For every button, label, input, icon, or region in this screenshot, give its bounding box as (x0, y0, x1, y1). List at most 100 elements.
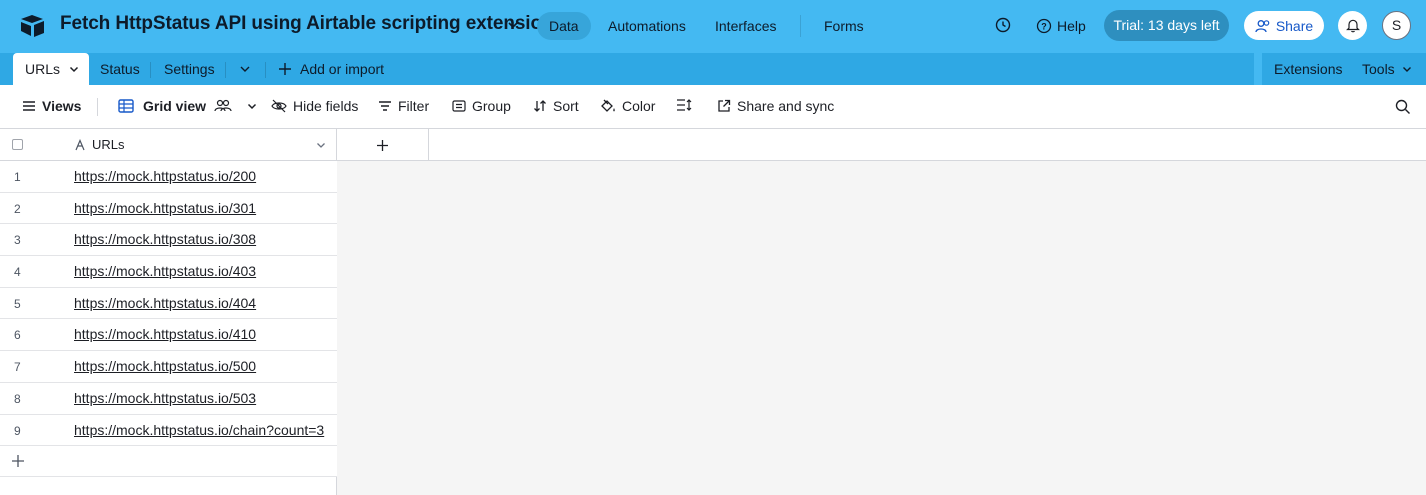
field-header-urls[interactable]: URLs (74, 137, 125, 152)
notifications-button[interactable] (1338, 11, 1367, 40)
tab-urls[interactable]: URLs (13, 53, 89, 85)
add-or-import-label: Add or import (300, 61, 385, 77)
tab-divider (150, 62, 151, 78)
nav-divider (800, 15, 801, 37)
grid-header: URLs (0, 129, 1426, 161)
top-navigation-bar: Fetch HttpStatus API using Airtable scri… (0, 0, 1426, 53)
tools-label: Tools (1362, 61, 1395, 77)
base-title[interactable]: Fetch HttpStatus API using Airtable scri… (60, 13, 554, 35)
filter-button[interactable]: Filter (378, 98, 429, 114)
table-row[interactable]: 2 https://mock.httpstatus.io/301 (0, 192, 337, 225)
sort-label: Sort (553, 98, 579, 114)
nav-automations[interactable]: Automations (596, 12, 698, 40)
chevron-down-icon[interactable] (506, 18, 520, 32)
grid-icon (118, 99, 134, 113)
grid-view: URLs 1 https://mock.httpstatus.io/200 2 ht… (0, 129, 1426, 495)
history-icon[interactable] (994, 16, 1012, 34)
row-number: 7 (14, 360, 21, 375)
row-number: 9 (14, 423, 21, 438)
nav-forms[interactable]: Forms (812, 12, 876, 40)
share-and-sync-button[interactable]: Share and sync (717, 98, 834, 114)
views-button[interactable]: Views (22, 98, 81, 114)
search-icon[interactable] (1394, 98, 1412, 116)
url-cell[interactable]: https://mock.httpstatus.io/301 (74, 200, 256, 216)
chevron-down-icon[interactable] (315, 139, 327, 151)
nav-data[interactable]: Data (537, 12, 591, 40)
color-button[interactable]: Color (600, 98, 655, 114)
table-row[interactable]: 6 https://mock.httpstatus.io/410 (0, 319, 337, 352)
group-label: Group (472, 98, 511, 114)
row-number: 5 (14, 296, 21, 311)
bell-icon (1345, 19, 1360, 33)
share-button[interactable]: Share (1244, 11, 1324, 40)
extensions-button[interactable]: Extensions (1274, 61, 1342, 77)
tab-divider (265, 62, 266, 78)
url-cell[interactable]: https://mock.httpstatus.io/308 (74, 231, 256, 247)
paint-bucket-icon (601, 99, 615, 112)
add-field-button[interactable] (337, 129, 429, 161)
toolbar-divider (97, 98, 98, 116)
table-row[interactable]: 8 https://mock.httpstatus.io/503 (0, 382, 337, 415)
url-cell[interactable]: https://mock.httpstatus.io/200 (74, 168, 256, 184)
color-label: Color (622, 98, 656, 114)
select-all-checkbox[interactable] (12, 139, 23, 150)
help-button[interactable]: ? Help (1036, 16, 1086, 36)
help-label: Help (1057, 18, 1086, 34)
chevron-down-icon (1402, 67, 1411, 72)
grid-view-switcher[interactable]: Grid view (118, 98, 258, 114)
table-row[interactable]: 1 https://mock.httpstatus.io/200 (0, 161, 337, 193)
view-toolbar: Views Grid view Hide fields Filter Group… (0, 85, 1426, 129)
table-row[interactable]: 4 https://mock.httpstatus.io/403 (0, 256, 337, 288)
chevron-down-icon[interactable] (68, 63, 80, 75)
plus-icon (12, 455, 24, 467)
url-cell[interactable]: https://mock.httpstatus.io/chain?count=3 (74, 422, 324, 438)
text-field-icon (75, 138, 85, 150)
svg-text:?: ? (1041, 22, 1047, 32)
table-row[interactable]: 5 https://mock.httpstatus.io/404 (0, 287, 337, 320)
plus-icon (377, 139, 388, 151)
table-tabs-bar: URLs Status Settings Add or import Exten… (0, 53, 1426, 85)
url-cell[interactable]: https://mock.httpstatus.io/500 (74, 358, 256, 374)
row-number: 3 (14, 233, 21, 248)
tab-settings[interactable]: Settings (164, 61, 215, 77)
tab-status[interactable]: Status (100, 61, 140, 77)
sort-button[interactable]: Sort (533, 98, 579, 114)
views-label: Views (42, 98, 82, 114)
group-icon (452, 100, 466, 112)
nav-interfaces[interactable]: Interfaces (703, 12, 788, 40)
row-number: 4 (14, 265, 21, 280)
grid-view-label: Grid view (143, 98, 207, 114)
row-height-button[interactable] (676, 98, 692, 112)
url-cell[interactable]: https://mock.httpstatus.io/403 (74, 263, 256, 279)
share-people-icon (1255, 19, 1270, 32)
url-cell[interactable]: https://mock.httpstatus.io/410 (74, 326, 256, 342)
share-label: Share (1275, 17, 1314, 34)
add-or-import-button[interactable]: Add or import (278, 61, 384, 77)
trial-button[interactable]: Trial: 13 days left (1104, 10, 1229, 41)
add-record-button[interactable] (0, 446, 337, 477)
chevron-down-icon[interactable] (238, 62, 252, 76)
url-cell[interactable]: https://mock.httpstatus.io/503 (74, 390, 256, 406)
sort-icon (534, 100, 546, 112)
external-share-icon (718, 99, 731, 112)
airtable-logo-icon[interactable] (20, 13, 46, 39)
group-button[interactable]: Group (452, 98, 511, 114)
field-name: URLs (92, 137, 125, 152)
row-number: 2 (14, 201, 21, 216)
chevron-down-icon (248, 103, 257, 110)
avatar[interactable]: S (1382, 11, 1411, 40)
tools-button[interactable]: Tools (1362, 61, 1413, 77)
help-icon: ? (1036, 18, 1052, 34)
row-height-icon (677, 99, 692, 111)
table-row[interactable]: 3 https://mock.httpstatus.io/308 (0, 224, 337, 257)
tab-urls-label: URLs (25, 61, 61, 77)
hide-fields-label: Hide fields (293, 98, 359, 114)
url-cell[interactable]: https://mock.httpstatus.io/404 (74, 295, 256, 311)
row-number: 1 (14, 170, 21, 184)
filter-icon (379, 101, 391, 111)
table-row[interactable]: 9 https://mock.httpstatus.io/chain?count=… (0, 414, 337, 447)
plus-icon (279, 63, 291, 75)
hide-fields-button[interactable]: Hide fields (271, 98, 358, 114)
grid-rows: 1 https://mock.httpstatus.io/200 2 https:/… (0, 161, 337, 447)
table-row[interactable]: 7 https://mock.httpstatus.io/500 (0, 351, 337, 383)
